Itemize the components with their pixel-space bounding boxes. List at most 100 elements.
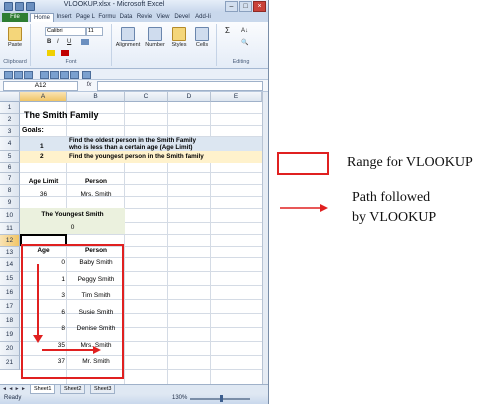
row-header[interactable]: 21 [0,356,20,370]
goal2-text: Find the youngest person in the Smith fa… [69,153,204,160]
row-header[interactable]: 4 [0,137,20,151]
goal1-text-line1: Find the oldest person in the Smith Fami… [69,137,196,144]
formula-input[interactable] [97,81,263,91]
group-editing: Σ A↓ 🔍 Editing [217,24,265,66]
row-header[interactable]: 19 [0,328,20,342]
new-file-icon[interactable] [40,71,49,79]
youngest-header: The Youngest Smith [41,211,104,218]
sheet-tab-sheet1[interactable]: Sheet1 [30,385,56,394]
row-header[interactable]: 5 [0,151,20,163]
undo-icon[interactable] [14,71,23,79]
row-header[interactable]: 10 [0,209,20,223]
preview-icon[interactable] [70,71,79,79]
sheet-nav-icon[interactable]: ◄ ◄ ► ► [2,386,26,392]
sheet-tab-sheet3[interactable]: Sheet3 [90,385,116,394]
name-box[interactable]: A12 [3,81,78,91]
tab-file[interactable]: File [2,13,28,22]
alignment-button[interactable]: Alignment [114,27,142,48]
column-header-a[interactable]: A [20,92,67,102]
youngest-value: 0 [70,224,75,231]
person-header: Person [84,178,108,185]
row-header[interactable]: 1 [0,102,20,114]
worksheet-grid[interactable]: A B C D E 1 2 3 4 5 6 7 8 9 10 11 12 13 14 15 16 17 18 19 2… [0,92,262,384]
group-label-clipboard: Clipboard [3,59,27,65]
vertical-scrollbar[interactable] [262,92,268,384]
tab-view[interactable]: View [155,13,171,22]
row-header[interactable]: 9 [0,197,20,209]
row-header[interactable]: 6 [0,163,20,173]
column-header-e[interactable]: E [211,92,262,102]
row-header[interactable]: 15 [0,272,20,286]
formula-bar: A12 fx [0,80,268,92]
font-color-icon[interactable] [61,50,69,56]
number-button[interactable]: Number [144,27,166,48]
italic-button[interactable]: I [57,39,59,45]
underline-button[interactable]: U [67,39,71,45]
row-header[interactable]: 20 [0,342,20,356]
legend-range-swatch [277,152,329,175]
save-icon[interactable] [4,71,13,79]
row-header[interactable]: 8 [0,185,20,197]
group-label-editing: Editing [232,59,250,65]
bold-button[interactable]: B [47,39,51,45]
close-button[interactable]: × [253,1,266,12]
tab-insert[interactable]: Insert [54,13,74,22]
legend-path-label-line2: by VLOOKUP [352,210,437,225]
row-gridline [20,125,262,126]
paste-button[interactable]: Paste [3,27,27,48]
font-name-select[interactable]: Calibri [45,27,86,36]
path-down-line [37,264,39,336]
fill-color-icon[interactable] [47,50,55,56]
select-all-corner[interactable] [0,92,20,102]
row-header[interactable]: 13 [0,247,20,258]
font-size-select[interactable]: 11 [86,27,103,36]
row-header[interactable]: 14 [0,258,20,272]
row-gridline [20,172,262,173]
sheet-tab-sheet2[interactable]: Sheet2 [60,385,86,394]
clipboard-icon [8,27,22,41]
column-header-d[interactable]: D [168,92,211,102]
open-file-icon[interactable] [50,71,59,79]
window-controls: – □ × [225,1,266,12]
row-header[interactable]: 7 [0,173,20,185]
excel-window: VLOOKUP.xlsx - Microsoft Excel – □ × Fil… [0,0,269,404]
column-header-b[interactable]: B [67,92,125,102]
group-font: Calibri 11 B I U Font [31,24,112,66]
row-header[interactable]: 18 [0,314,20,328]
sort-filter-button[interactable]: A↓ [241,28,248,34]
row-header[interactable]: 17 [0,300,20,314]
tab-add-ins[interactable]: Add-Ii [193,13,213,22]
find-select-button[interactable]: 🔍 [241,40,248,46]
row-header[interactable]: 2 [0,114,20,126]
row-header[interactable]: 16 [0,286,20,300]
row-header[interactable]: 11 [0,223,20,235]
ribbon: Paste Clipboard Calibri 11 B I U Font Al… [0,22,268,69]
redo-icon[interactable] [24,71,33,79]
tab-page-layout[interactable]: Page L [75,13,96,22]
borders-icon[interactable] [81,39,89,45]
window-title: VLOOKUP.xlsx - Microsoft Excel [63,1,165,8]
group-clipboard: Paste Clipboard [0,24,31,66]
cells-button[interactable]: Cells [192,27,212,48]
zoom-slider-thumb[interactable] [220,395,223,402]
tab-data[interactable]: Data [118,13,134,22]
autosum-button[interactable]: Σ [225,27,230,35]
row-header[interactable]: 3 [0,126,20,137]
format-icon[interactable] [82,71,91,79]
maximize-button[interactable]: □ [239,1,252,12]
print-icon[interactable] [60,71,69,79]
tab-formulas[interactable]: Formu [97,13,117,22]
column-header-c[interactable]: C [125,92,168,102]
tab-review[interactable]: Revie [135,13,154,22]
minimize-button[interactable]: – [225,1,238,12]
sheet-title: The Smith Family [24,110,99,120]
legend-arrow-icon [280,204,328,212]
styles-button[interactable]: Styles [168,27,190,48]
tab-home[interactable]: Home [30,13,54,22]
path-right-line [42,349,94,351]
row-header[interactable]: 12 [0,235,20,247]
insert-function-icon[interactable]: fx [82,81,96,89]
tab-developer[interactable]: Devel [172,13,192,22]
arrow-down-glyph [33,335,43,343]
ribbon-tabs: File Home Insert Page L Formu Data Revie… [0,12,268,22]
